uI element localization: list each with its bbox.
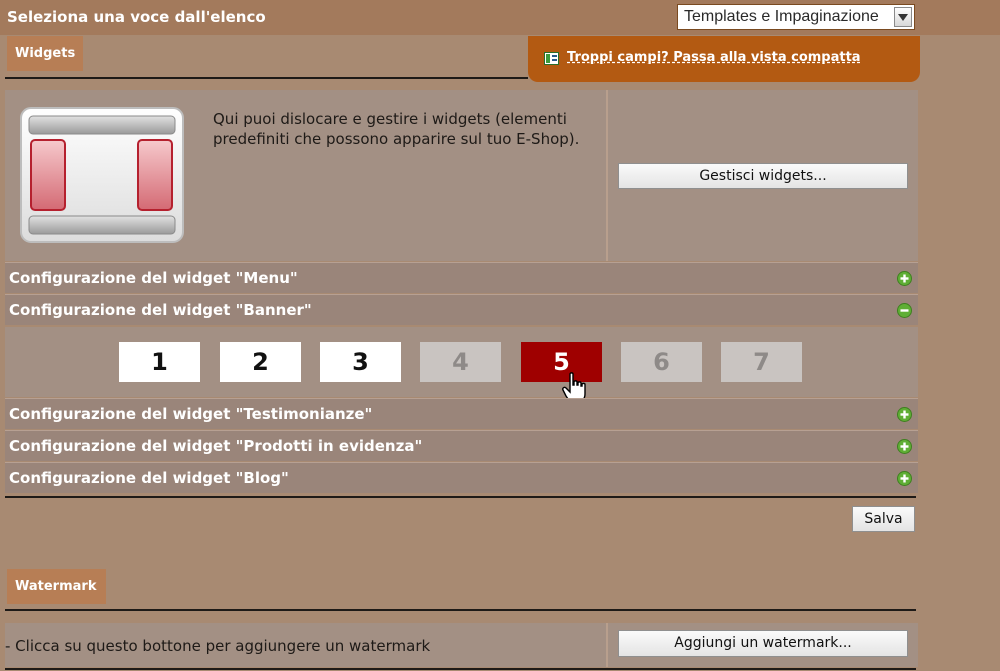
widgets-description: Qui puoi dislocare e gestire i widgets (… [213, 110, 580, 148]
accordion-label: Configurazione del widget "Testimonianze… [9, 405, 373, 423]
widgets-bottom-divider [5, 496, 916, 498]
widget-layout-icon [20, 107, 184, 243]
banner-page-6[interactable]: 6 [621, 342, 702, 382]
accordion-row-testimonianze[interactable]: Configurazione del widget "Testimonianze… [5, 398, 918, 429]
accordion-row-prodotti[interactable]: Configurazione del widget "Prodotti in e… [5, 430, 918, 461]
add-watermark-button[interactable]: Aggiungi un watermark... [618, 630, 908, 657]
plus-circle-icon[interactable] [897, 471, 912, 486]
banner-page-2[interactable]: 2 [220, 342, 301, 382]
compact-view-icon [544, 52, 559, 65]
accordion-label: Configurazione del widget "Prodotti in e… [9, 437, 423, 455]
section-select[interactable]: Templates e Impaginazione [677, 4, 915, 30]
accordion-row-blog[interactable]: Configurazione del widget "Blog" [5, 462, 918, 493]
chevron-down-icon[interactable] [894, 7, 912, 27]
watermark-section-tab: Watermark [7, 569, 106, 604]
accordion-label: Configurazione del widget "Menu" [9, 269, 298, 287]
page-title: Seleziona una voce dall'elenco [7, 8, 266, 26]
plus-circle-icon[interactable] [897, 439, 912, 454]
accordion-row-menu[interactable]: Configurazione del widget "Menu" [5, 262, 918, 293]
banner-page-4[interactable]: 4 [420, 342, 501, 382]
right-margin [920, 35, 1000, 671]
watermark-panel-divider [606, 623, 608, 667]
banner-pager: 1 2 3 4 5 6 7 [5, 327, 918, 397]
widgets-panel-divider [606, 90, 608, 261]
banner-page-3[interactable]: 3 [320, 342, 401, 382]
minus-circle-icon[interactable] [897, 303, 912, 318]
accordion-row-banner[interactable]: Configurazione del widget "Banner" [5, 294, 918, 325]
accordion-label: Configurazione del widget "Blog" [9, 469, 289, 487]
plus-circle-icon[interactable] [897, 407, 912, 422]
watermark-divider [5, 609, 916, 611]
compact-view-banner: Troppi campi? Passa alla vista compatta [528, 36, 920, 82]
save-button[interactable]: Salva [852, 506, 915, 532]
compact-view-link[interactable]: Troppi campi? Passa alla vista compatta [567, 50, 861, 65]
banner-page-7[interactable]: 7 [721, 342, 802, 382]
manage-widgets-button[interactable]: Gestisci widgets... [618, 163, 908, 189]
top-bar: Seleziona una voce dall'elenco Templates… [0, 0, 1000, 35]
section-select-value: Templates e Impaginazione [684, 8, 879, 25]
watermark-bottom-divider [5, 668, 916, 670]
widgets-divider [5, 77, 528, 79]
accordion-label: Configurazione del widget "Banner" [9, 301, 312, 319]
plus-circle-icon[interactable] [897, 271, 912, 286]
banner-page-1[interactable]: 1 [119, 342, 200, 382]
watermark-description: - Clicca su questo bottone per aggiunger… [5, 637, 431, 655]
widgets-section-tab: Widgets [7, 36, 83, 71]
